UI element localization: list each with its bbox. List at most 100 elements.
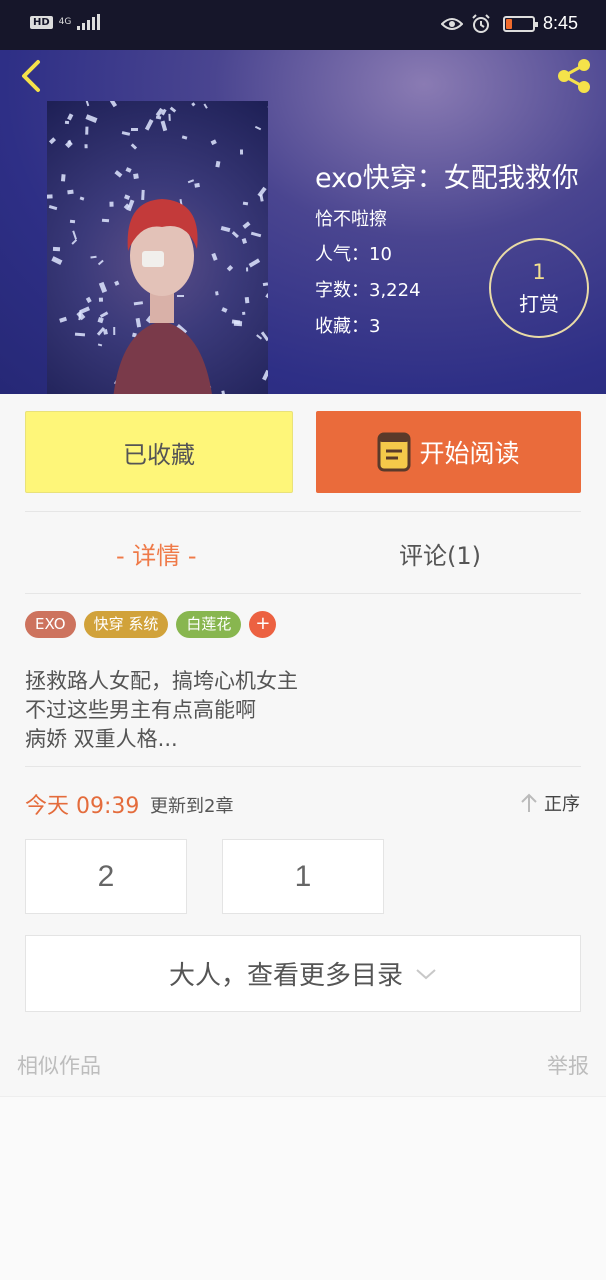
- confetti-piece: [121, 130, 131, 136]
- confetti-piece: [48, 205, 57, 211]
- confetti-piece: [244, 296, 250, 304]
- confetti-piece: [71, 230, 77, 240]
- reward-count: 1: [532, 259, 546, 284]
- confetti-piece: [85, 101, 90, 107]
- confetti-piece: [263, 283, 268, 287]
- confetti-piece: [226, 264, 234, 272]
- confetti-piece: [47, 193, 54, 199]
- confetti-piece: [85, 297, 92, 305]
- start-reading-button[interactable]: 开始阅读: [316, 411, 581, 493]
- confetti-piece: [181, 135, 188, 140]
- confetti-piece: [66, 190, 74, 195]
- confetti-piece: [49, 137, 57, 145]
- clock: 8:45: [542, 13, 578, 33]
- confetti-piece: [160, 120, 168, 132]
- confetti-piece: [255, 126, 262, 131]
- view-more-catalog-button[interactable]: 大人，查看更多目录: [25, 935, 581, 1012]
- update-text: 更新到2章: [150, 796, 234, 817]
- confetti-piece: [168, 114, 172, 122]
- confetti-piece: [242, 237, 248, 244]
- confetti-piece: [130, 142, 137, 149]
- confetti-piece: [242, 312, 246, 316]
- divider: [25, 511, 581, 512]
- arrow-up-icon: [521, 793, 537, 812]
- tag-exo[interactable]: EXO: [25, 611, 76, 638]
- confetti-piece: [261, 331, 268, 342]
- confetti-piece: [221, 307, 228, 314]
- confetti-piece: [65, 120, 70, 125]
- confetti-piece: [84, 126, 89, 135]
- confetti-piece: [245, 266, 248, 271]
- divider: [25, 593, 581, 594]
- eye-icon: [440, 17, 463, 30]
- chevron-left-icon[interactable]: [14, 56, 50, 96]
- battery-fill: [505, 18, 513, 29]
- share-icon[interactable]: [552, 54, 596, 98]
- confetti-piece: [210, 138, 218, 145]
- book-author[interactable]: 恰不啦擦: [315, 205, 387, 231]
- confetti-piece: [70, 219, 76, 224]
- confetti-piece: [145, 119, 154, 131]
- favorite-label: 已收藏: [123, 440, 195, 469]
- reward-button[interactable]: 1 打赏: [489, 238, 589, 338]
- confetti-piece: [84, 143, 88, 149]
- confetti-piece: [109, 101, 117, 107]
- chapter-button[interactable]: 1: [222, 839, 384, 914]
- book-title: exo快穿：女配我救你: [315, 163, 579, 194]
- status-right: 8:45: [440, 13, 578, 34]
- confetti-piece: [248, 258, 261, 268]
- view-more-catalog-label: 大人，查看更多目录: [168, 961, 403, 991]
- confetti-piece: [251, 231, 262, 238]
- confetti-piece: [240, 149, 244, 155]
- confetti-piece: [59, 317, 68, 323]
- confetti-piece: [169, 106, 176, 113]
- confetti-piece: [215, 161, 221, 168]
- confetti-piece: [265, 293, 268, 299]
- confetti-piece: [53, 246, 61, 251]
- sort-order-toggle[interactable]: 正序: [520, 790, 580, 816]
- book-header: exo快穿：女配我救你 恰不啦擦 人气：10 字数：3,224 收藏：3 1 打…: [0, 50, 606, 394]
- tab-comments[interactable]: 评论(1): [399, 536, 481, 571]
- chevron-down-icon: [416, 968, 436, 979]
- confetti-piece: [203, 103, 209, 109]
- confetti-piece: [51, 256, 62, 265]
- network-type: 4G: [58, 16, 72, 27]
- tab-detail[interactable]: - 详情 -: [116, 536, 197, 571]
- confetti-piece: [243, 201, 249, 206]
- book-icon: [377, 432, 411, 472]
- similar-works-heading: 相似作品: [17, 1054, 101, 1078]
- tag-kuaichuan-system[interactable]: 快穿 系统: [83, 611, 169, 638]
- divider: [25, 766, 581, 767]
- confetti-piece: [130, 127, 139, 131]
- status-bar: HD 4G 8:45: [0, 0, 606, 50]
- update-time: 今天 09:39: [25, 794, 140, 819]
- book-cover[interactable]: [47, 101, 268, 394]
- confetti-piece: [261, 369, 268, 381]
- favorite-button[interactable]: 已收藏: [25, 411, 293, 493]
- confetti-piece: [85, 113, 97, 123]
- signal-icon: [77, 14, 101, 30]
- status-left: HD 4G: [30, 14, 101, 30]
- confetti-piece: [91, 255, 97, 259]
- add-tag-button[interactable]: +: [249, 611, 277, 638]
- confetti-piece: [232, 231, 239, 238]
- confetti-piece: [60, 174, 66, 182]
- start-reading-label: 开始阅读: [419, 439, 520, 468]
- confetti-piece: [74, 333, 85, 337]
- confetti-piece: [231, 319, 241, 325]
- report-link[interactable]: 举报: [547, 1050, 589, 1080]
- alarm-icon: [472, 13, 490, 33]
- chapter-button[interactable]: 2: [25, 839, 187, 914]
- hd-badge: HD: [30, 15, 53, 29]
- popularity-stat: 人气：10: [315, 244, 392, 265]
- similar-works-area: [0, 1096, 606, 1280]
- book-description[interactable]: 拯救路人女配，搞垮心机女主 不过这些男主有点高能啊 病娇 双重人格...: [25, 667, 298, 754]
- confetti-piece: [71, 239, 78, 245]
- tag-bailianhua[interactable]: 白莲花: [176, 611, 242, 638]
- confetti-piece: [257, 186, 267, 198]
- reward-label: 打赏: [519, 291, 559, 316]
- battery-icon: [502, 15, 538, 32]
- confetti-piece: [79, 196, 84, 201]
- confetti-piece: [242, 221, 251, 229]
- confetti-piece: [256, 334, 263, 341]
